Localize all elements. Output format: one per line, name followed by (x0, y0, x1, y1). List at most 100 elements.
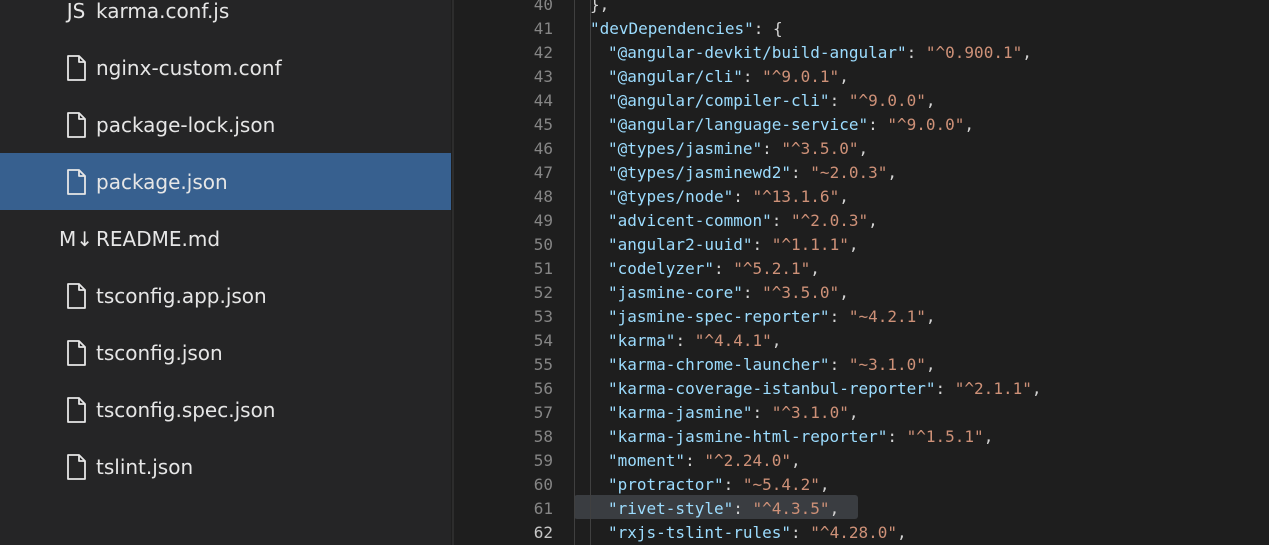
colon: : (713, 259, 734, 278)
colon: : (752, 235, 772, 254)
line-number: 45 (533, 115, 553, 134)
code-line[interactable]: 49 "advicent-common": "^2.0.3", (504, 209, 1269, 233)
explorer-item[interactable]: package-lock.json (0, 96, 451, 153)
json-string-value: "^3.5.0" (762, 283, 840, 302)
comma: , (829, 499, 840, 518)
file-explorer: JS karma.conf.js nginx-custom.conf package-… (0, 0, 451, 545)
comma: , (925, 307, 936, 326)
comma: , (848, 235, 859, 254)
colon: : (733, 187, 753, 206)
line-number: 43 (533, 67, 553, 86)
code-line[interactable]: 41 "devDependencies": { (504, 17, 1269, 41)
json-string-value: "~3.1.0" (848, 355, 926, 374)
explorer-item-label: package.json (96, 169, 228, 194)
code-line[interactable]: 50 "angular2-uuid": "^1.1.1", (504, 233, 1269, 257)
comma: , (1022, 43, 1032, 62)
json-string-value: "^4.3.5" (752, 499, 830, 518)
code-line[interactable]: 52 "jasmine-core": "^3.5.0", (504, 281, 1269, 305)
code-text: "karma-jasmine-html-reporter": "^1.5.1", (608, 425, 993, 449)
code-text: }, (590, 0, 609, 17)
colon: : (685, 451, 705, 470)
explorer-item[interactable]: tslint.json (0, 438, 451, 495)
code-line[interactable]: 56 "karma-coverage-istanbul-reporter": "^… (504, 377, 1269, 401)
line-number: 57 (533, 403, 553, 422)
code-line[interactable]: 60 "protractor": "~5.4.2", (504, 473, 1269, 497)
code-line[interactable]: 45 "@angular/language-service": "^9.0.0", (504, 113, 1269, 137)
colon: : (829, 355, 849, 374)
explorer-item[interactable]: tsconfig.spec.json (0, 381, 451, 438)
line-number: 50 (533, 235, 553, 254)
code-text: "karma-jasmine": "^3.1.0", (608, 401, 858, 425)
code-line[interactable]: 40}, (504, 0, 1269, 17)
colon: : (829, 91, 849, 110)
explorer-item-label: tsconfig.json (96, 340, 223, 365)
json-string-value: "^9.0.1" (762, 67, 840, 86)
code-text: "@types/jasmine": "^3.5.0", (608, 137, 868, 161)
code-line[interactable]: 48 "@types/node": "^13.1.6", (504, 185, 1269, 209)
file-icon (62, 168, 90, 196)
json-string-value: "~2.0.3" (810, 163, 888, 182)
sash[interactable] (452, 0, 454, 545)
json-key: "moment" (608, 451, 686, 470)
code-editor[interactable]: 40}, 41 "devDependencies": {42 "@angular-de… (504, 0, 1269, 545)
comma: , (1031, 379, 1042, 398)
code-line[interactable]: 53 "jasmine-spec-reporter": "~4.2.1", (504, 305, 1269, 329)
colon: : (733, 499, 753, 518)
code-text: "@types/jasminewd2": "~2.0.3", (608, 161, 897, 185)
file-icon (62, 339, 90, 367)
json-key: "@types/node" (608, 187, 734, 206)
code-text: "@angular/compiler-cli": "^9.0.0", (608, 89, 936, 113)
file-icon (62, 396, 90, 424)
comma: , (839, 187, 849, 206)
code-text: "@angular/language-service": "^9.0.0", (608, 113, 974, 137)
explorer-item[interactable]: tsconfig.app.json (0, 267, 451, 324)
code-line[interactable]: 46 "@types/jasmine": "^3.5.0", (504, 137, 1269, 161)
explorer-item-label: nginx-custom.conf (96, 55, 282, 80)
code-line[interactable]: 58 "karma-jasmine-html-reporter": "^1.5.1… (504, 425, 1269, 449)
line-number: 44 (533, 91, 553, 110)
comma: , (925, 355, 936, 374)
json-key: "codelyzer" (608, 259, 714, 278)
code-line[interactable]: 62 "rxjs-tslint-rules": "^4.28.0", (504, 521, 1269, 545)
explorer-item[interactable]: M↓ README.md (0, 210, 451, 267)
json-string-value: "^13.1.6" (752, 187, 840, 206)
explorer-item[interactable]: tsconfig.json (0, 324, 451, 381)
explorer-item[interactable]: nginx-custom.conf (0, 39, 451, 96)
json-key: "@angular/cli" (608, 67, 743, 86)
code-line[interactable]: 44 "@angular/compiler-cli": "^9.0.0", (504, 89, 1269, 113)
json-key: "karma-coverage-istanbul-reporter" (608, 379, 936, 398)
file-icon (62, 54, 90, 82)
code-line[interactable]: 55 "karma-chrome-launcher": "~3.1.0", (504, 353, 1269, 377)
code-line[interactable]: 51 "codelyzer": "^5.2.1", (504, 257, 1269, 281)
colon: : (906, 43, 926, 62)
code-line[interactable]: 59 "moment": "^2.24.0", (504, 449, 1269, 473)
comma: , (868, 211, 878, 230)
explorer-item[interactable]: package.json (0, 153, 451, 210)
code-line[interactable]: 47 "@types/jasminewd2": "~2.0.3", (504, 161, 1269, 185)
line-number: 55 (533, 355, 553, 374)
line-number: 51 (533, 259, 553, 278)
json-key: "@angular-devkit/build-angular" (608, 43, 907, 62)
line-number: 40 (533, 0, 553, 14)
colon: : (675, 331, 695, 350)
code-line[interactable]: 42 "@angular-devkit/build-angular": "^0.9… (504, 41, 1269, 65)
line-number: 62 (533, 523, 553, 542)
colon: : (935, 379, 955, 398)
code-line[interactable]: 54 "karma": "^4.4.1", (504, 329, 1269, 353)
line-number: 47 (533, 163, 553, 182)
code-text: "angular2-uuid": "^1.1.1", (608, 233, 858, 257)
colon: : (887, 427, 907, 446)
punctuation: }, (590, 0, 610, 14)
colon: : (742, 283, 763, 302)
code-line[interactable]: 43 "@angular/cli": "^9.0.1", (504, 65, 1269, 89)
comma: , (887, 163, 897, 182)
line-number: 56 (533, 379, 553, 398)
colon: : (742, 67, 763, 86)
explorer-item[interactable]: JS karma.conf.js (0, 0, 451, 39)
line-number: 60 (533, 475, 553, 494)
code-line[interactable]: 61 "rivet-style": "^4.3.5", (504, 497, 1269, 521)
code-line[interactable]: 57 "karma-jasmine": "^3.1.0", (504, 401, 1269, 425)
line-number: 52 (533, 283, 553, 302)
json-key: "angular2-uuid" (608, 235, 753, 254)
json-string-value: "^3.5.0" (781, 139, 859, 158)
